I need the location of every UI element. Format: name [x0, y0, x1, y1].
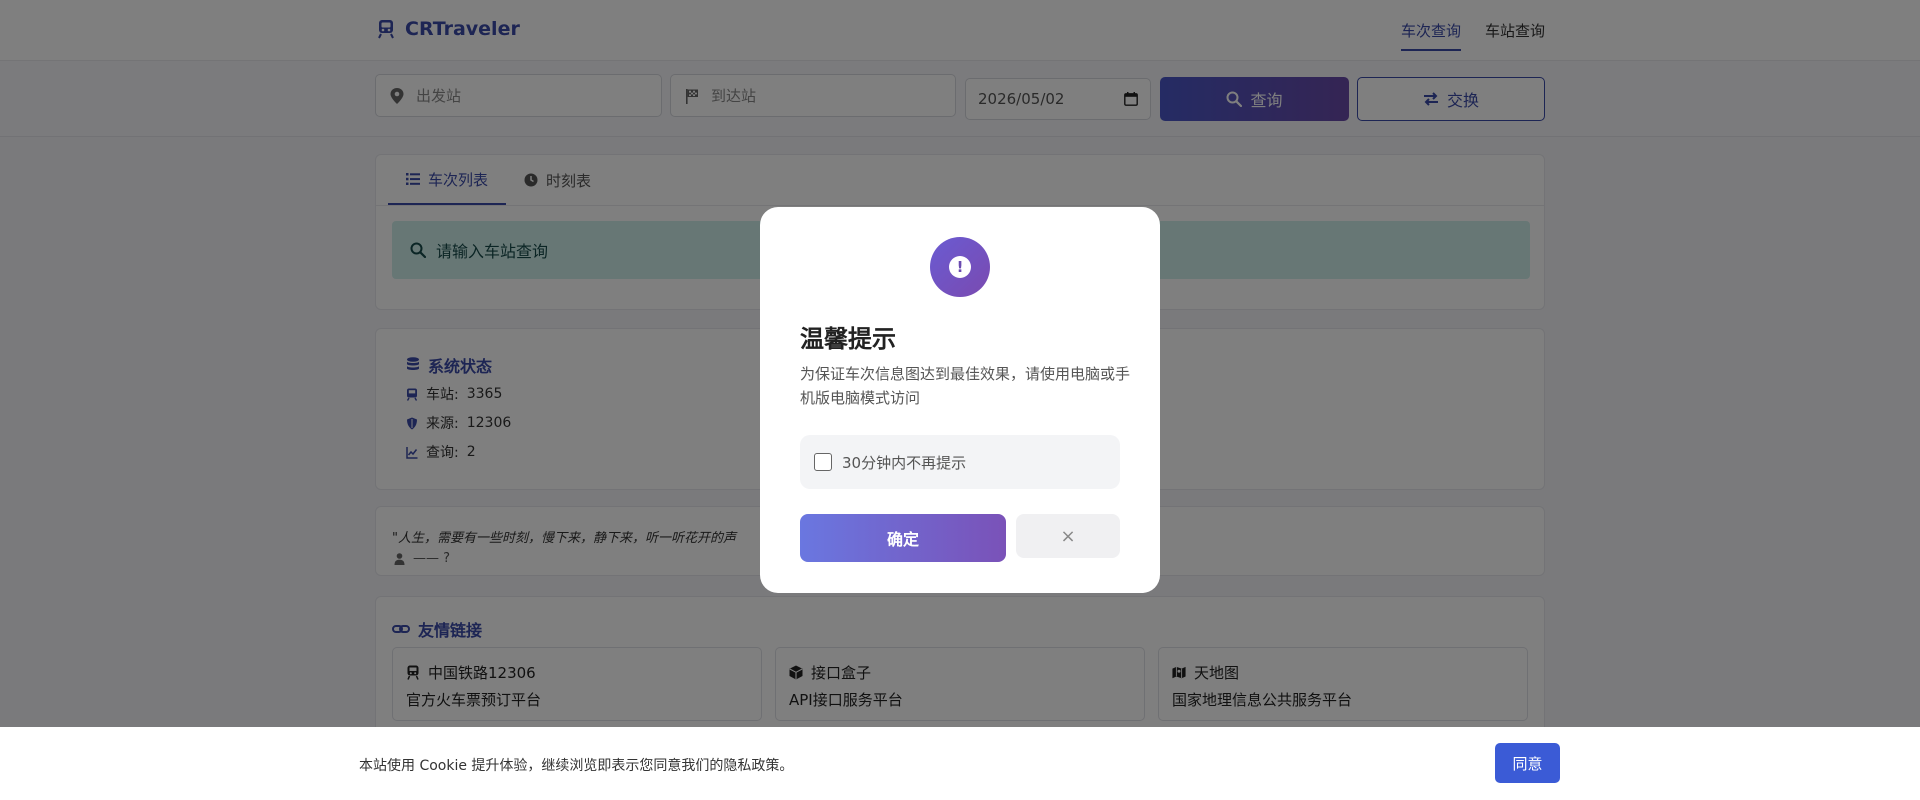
confirm-button[interactable]: 确定: [800, 514, 1006, 562]
cookie-banner: 本站使用 Cookie 提升体验，继续浏览即表示您同意我们的隐私政策。 同意: [0, 727, 1920, 800]
modal-title: 温馨提示: [800, 325, 896, 353]
notice-modal: ! 温馨提示 为保证车次信息图达到最佳效果，请使用电脑或手机版电脑模式访问 30…: [760, 207, 1160, 593]
exclamation-icon-glyph: !: [949, 256, 971, 278]
dont-show-again-label: 30分钟内不再提示: [842, 453, 967, 472]
cookie-agree-button[interactable]: 同意: [1495, 743, 1560, 783]
cookie-text: 本站使用 Cookie 提升体验，继续浏览即表示您同意我们的隐私政策。: [359, 758, 794, 774]
dont-show-again-checkbox[interactable]: [814, 453, 832, 471]
modal-message: 为保证车次信息图达到最佳效果，请使用电脑或手机版电脑模式访问: [800, 365, 1131, 407]
close-button[interactable]: ×: [1016, 514, 1120, 558]
dont-show-again-option[interactable]: 30分钟内不再提示: [800, 435, 1120, 489]
exclamation-icon: !: [930, 237, 990, 297]
